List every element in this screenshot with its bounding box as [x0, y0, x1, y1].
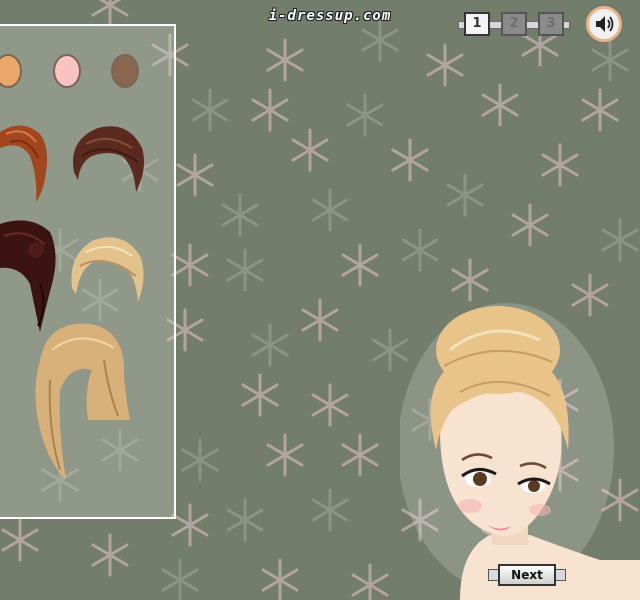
skin-tone-swatch-3[interactable]: [111, 54, 139, 88]
hair-option-blonde-short[interactable]: [68, 232, 148, 304]
background-flower: [251, 323, 289, 367]
background-flower: [251, 88, 289, 132]
background-flower: [221, 193, 259, 237]
background-flower: [511, 203, 549, 247]
background-flower: [176, 153, 214, 197]
background-flower: [346, 93, 384, 137]
background-flower: [341, 243, 379, 287]
background-flower: [451, 258, 489, 302]
step-3-button[interactable]: 3: [538, 12, 564, 36]
background-flower: [301, 298, 339, 342]
background-flower: [261, 558, 299, 600]
background-flower: [181, 438, 219, 482]
next-control: Next: [488, 564, 566, 586]
background-flower: [581, 88, 619, 132]
skin-tone-swatch-2[interactable]: [53, 54, 81, 88]
hair-option-blonde-long-bangs[interactable]: [30, 320, 134, 484]
background-flower: [266, 38, 304, 82]
step-2-button[interactable]: 2: [501, 12, 527, 36]
background-flower: [171, 503, 209, 547]
background-flower: [601, 218, 639, 262]
speaker-icon: [596, 16, 614, 32]
background-flower: [311, 188, 349, 232]
background-flower: [311, 383, 349, 427]
next-button[interactable]: Next: [498, 564, 556, 586]
background-flower: [401, 228, 439, 272]
background-flower: [226, 248, 264, 292]
background-flower: [341, 433, 379, 477]
background-flower: [266, 433, 304, 477]
step-1-button[interactable]: 1: [464, 12, 490, 36]
hair-option-auburn-long[interactable]: [0, 118, 52, 202]
background-flower: [161, 558, 199, 600]
background-flower: [446, 173, 484, 217]
site-logo[interactable]: i-dressup.com: [242, 8, 418, 28]
step-indicator: 1 2 3: [458, 12, 570, 38]
doll-character: [400, 303, 640, 600]
background-flower: [391, 138, 429, 182]
background-flower: [541, 143, 579, 187]
background-flower: [311, 488, 349, 532]
background-flower: [226, 498, 264, 542]
background-flower: [591, 38, 629, 82]
background-flower: [91, 0, 129, 27]
background-flower: [191, 88, 229, 132]
hair-option-brown-short[interactable]: [68, 122, 148, 194]
background-flower: [91, 533, 129, 577]
background-flower: [291, 128, 329, 172]
hair-option-dark-curly-updo[interactable]: [0, 214, 60, 334]
background-flower: [351, 563, 389, 600]
background-flower: [481, 83, 519, 127]
background-flower: [426, 43, 464, 87]
background-flower: [241, 373, 279, 417]
sound-toggle-button[interactable]: [586, 6, 622, 42]
background-flower: [1, 518, 39, 562]
background-flower: [171, 243, 209, 287]
